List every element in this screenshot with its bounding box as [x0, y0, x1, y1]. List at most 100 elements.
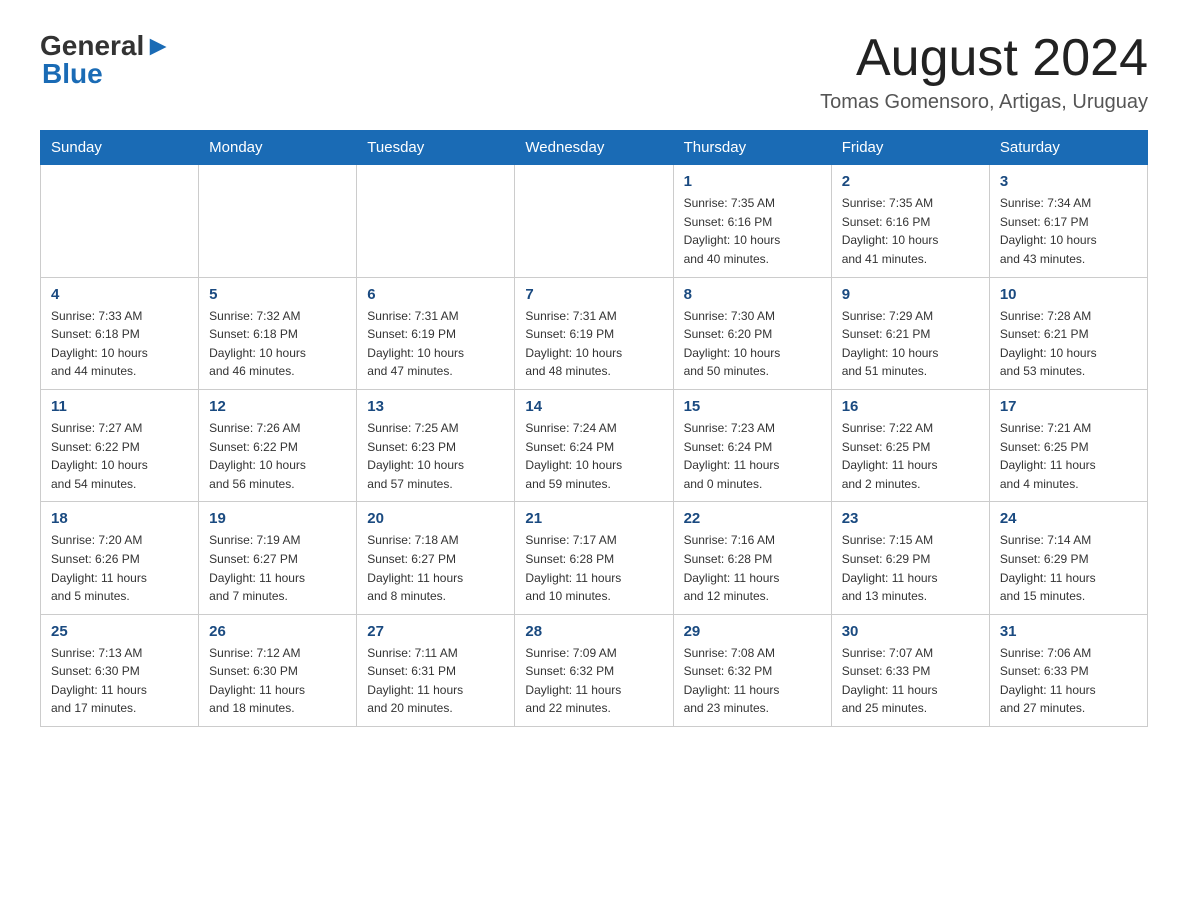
day-info: Sunrise: 7:14 AMSunset: 6:29 PMDaylight:…	[1000, 531, 1137, 605]
day-number: 13	[367, 398, 504, 415]
day-number: 5	[209, 286, 346, 303]
calendar-cell-week5-day6: 31Sunrise: 7:06 AMSunset: 6:33 PMDayligh…	[989, 614, 1147, 726]
calendar-cell-week2-day3: 7 Sunrise: 7:31 AMSunset: 6:19 PMDaylight…	[515, 277, 673, 389]
day-info: Sunrise: 7:17 AMSunset: 6:28 PMDaylight:…	[525, 531, 662, 605]
day-info: Sunrise: 7:13 AMSunset: 6:30 PMDaylight:…	[51, 644, 188, 718]
day-info: Sunrise: 7:27 AMSunset: 6:22 PMDaylight:…	[51, 419, 188, 493]
calendar-cell-week3-day2: 13 Sunrise: 7:25 AMSunset: 6:23 PMDayligh…	[357, 389, 515, 501]
calendar-body: 1 Sunrise: 7:35 AMSunset: 6:16 PMDaylight…	[41, 165, 1148, 727]
calendar-cell-week3-day5: 16 Sunrise: 7:22 AMSunset: 6:25 PMDayligh…	[831, 389, 989, 501]
calendar-week-5: 25Sunrise: 7:13 AMSunset: 6:30 PMDayligh…	[41, 614, 1148, 726]
calendar-cell-week5-day5: 30Sunrise: 7:07 AMSunset: 6:33 PMDayligh…	[831, 614, 989, 726]
location-subtitle: Tomas Gomensoro, Artigas, Uruguay	[820, 91, 1148, 114]
day-info: Sunrise: 7:26 AMSunset: 6:22 PMDaylight:…	[209, 419, 346, 493]
day-number: 1	[684, 173, 821, 190]
calendar-cell-week5-day2: 27 Sunrise: 7:11 AMSunset: 6:31 PMDayligh…	[357, 614, 515, 726]
day-info: Sunrise: 7:12 AMSunset: 6:30 PMDaylight:…	[209, 644, 346, 718]
day-info: Sunrise: 7:29 AMSunset: 6:21 PMDaylight:…	[842, 307, 979, 381]
day-info: Sunrise: 7:07 AMSunset: 6:33 PMDaylight:…	[842, 644, 979, 718]
calendar-cell-week1-day6: 3 Sunrise: 7:34 AMSunset: 6:17 PMDaylight…	[989, 165, 1147, 277]
day-number: 17	[1000, 398, 1137, 415]
day-number: 12	[209, 398, 346, 415]
calendar-cell-week1-day1	[199, 165, 357, 277]
day-info: Sunrise: 7:08 AMSunset: 6:32 PMDaylight:…	[684, 644, 821, 718]
calendar-cell-week5-day0: 25Sunrise: 7:13 AMSunset: 6:30 PMDayligh…	[41, 614, 199, 726]
calendar-cell-week4-day5: 23 Sunrise: 7:15 AMSunset: 6:29 PMDayligh…	[831, 502, 989, 614]
day-number: 26	[209, 623, 346, 640]
calendar-cell-week1-day4: 1 Sunrise: 7:35 AMSunset: 6:16 PMDaylight…	[673, 165, 831, 277]
day-info: Sunrise: 7:21 AMSunset: 6:25 PMDaylight:…	[1000, 419, 1137, 493]
day-info: Sunrise: 7:22 AMSunset: 6:25 PMDaylight:…	[842, 419, 979, 493]
day-number: 21	[525, 510, 662, 527]
weekday-header-row: SundayMondayTuesdayWednesdayThursdayFrid…	[41, 131, 1148, 165]
day-info: Sunrise: 7:24 AMSunset: 6:24 PMDaylight:…	[525, 419, 662, 493]
calendar-cell-week3-day4: 15Sunrise: 7:23 AMSunset: 6:24 PMDayligh…	[673, 389, 831, 501]
day-info: Sunrise: 7:18 AMSunset: 6:27 PMDaylight:…	[367, 531, 504, 605]
day-info: Sunrise: 7:30 AMSunset: 6:20 PMDaylight:…	[684, 307, 821, 381]
month-title: August 2024	[820, 30, 1148, 87]
day-number: 31	[1000, 623, 1137, 640]
day-number: 18	[51, 510, 188, 527]
day-number: 27	[367, 623, 504, 640]
day-number: 22	[684, 510, 821, 527]
calendar-cell-week2-day0: 4 Sunrise: 7:33 AMSunset: 6:18 PMDaylight…	[41, 277, 199, 389]
day-info: Sunrise: 7:09 AMSunset: 6:32 PMDaylight:…	[525, 644, 662, 718]
day-number: 4	[51, 286, 188, 303]
day-number: 28	[525, 623, 662, 640]
day-number: 8	[684, 286, 821, 303]
day-number: 3	[1000, 173, 1137, 190]
weekday-header-friday: Friday	[831, 131, 989, 165]
day-info: Sunrise: 7:16 AMSunset: 6:28 PMDaylight:…	[684, 531, 821, 605]
calendar-cell-week5-day1: 26 Sunrise: 7:12 AMSunset: 6:30 PMDayligh…	[199, 614, 357, 726]
calendar-cell-week3-day0: 11 Sunrise: 7:27 AMSunset: 6:22 PMDayligh…	[41, 389, 199, 501]
calendar-week-3: 11 Sunrise: 7:27 AMSunset: 6:22 PMDayligh…	[41, 389, 1148, 501]
calendar-table: SundayMondayTuesdayWednesdayThursdayFrid…	[40, 130, 1148, 727]
calendar-cell-week3-day3: 14 Sunrise: 7:24 AMSunset: 6:24 PMDayligh…	[515, 389, 673, 501]
day-info: Sunrise: 7:28 AMSunset: 6:21 PMDaylight:…	[1000, 307, 1137, 381]
day-number: 23	[842, 510, 979, 527]
calendar-cell-week4-day6: 24Sunrise: 7:14 AMSunset: 6:29 PMDayligh…	[989, 502, 1147, 614]
calendar-cell-week3-day6: 17 Sunrise: 7:21 AMSunset: 6:25 PMDayligh…	[989, 389, 1147, 501]
day-number: 19	[209, 510, 346, 527]
day-info: Sunrise: 7:34 AMSunset: 6:17 PMDaylight:…	[1000, 194, 1137, 268]
day-number: 16	[842, 398, 979, 415]
day-info: Sunrise: 7:15 AMSunset: 6:29 PMDaylight:…	[842, 531, 979, 605]
day-info: Sunrise: 7:11 AMSunset: 6:31 PMDaylight:…	[367, 644, 504, 718]
calendar-cell-week1-day2	[357, 165, 515, 277]
weekday-header-sunday: Sunday	[41, 131, 199, 165]
day-info: Sunrise: 7:19 AMSunset: 6:27 PMDaylight:…	[209, 531, 346, 605]
day-number: 20	[367, 510, 504, 527]
calendar-cell-week4-day0: 18 Sunrise: 7:20 AMSunset: 6:26 PMDayligh…	[41, 502, 199, 614]
day-number: 14	[525, 398, 662, 415]
logo-triangle-icon: ►	[144, 30, 172, 61]
logo-blue-text: Blue	[42, 58, 103, 90]
weekday-header-wednesday: Wednesday	[515, 131, 673, 165]
calendar-cell-week2-day2: 6Sunrise: 7:31 AMSunset: 6:19 PMDaylight…	[357, 277, 515, 389]
day-info: Sunrise: 7:31 AMSunset: 6:19 PMDaylight:…	[525, 307, 662, 381]
calendar-cell-week4-day1: 19 Sunrise: 7:19 AMSunset: 6:27 PMDayligh…	[199, 502, 357, 614]
calendar-cell-week1-day3	[515, 165, 673, 277]
calendar-cell-week4-day4: 22 Sunrise: 7:16 AMSunset: 6:28 PMDayligh…	[673, 502, 831, 614]
calendar-cell-week2-day1: 5 Sunrise: 7:32 AMSunset: 6:18 PMDaylight…	[199, 277, 357, 389]
calendar-cell-week5-day3: 28 Sunrise: 7:09 AMSunset: 6:32 PMDayligh…	[515, 614, 673, 726]
calendar-cell-week2-day4: 8 Sunrise: 7:30 AMSunset: 6:20 PMDaylight…	[673, 277, 831, 389]
day-info: Sunrise: 7:20 AMSunset: 6:26 PMDaylight:…	[51, 531, 188, 605]
day-number: 11	[51, 398, 188, 415]
day-info: Sunrise: 7:32 AMSunset: 6:18 PMDaylight:…	[209, 307, 346, 381]
calendar-week-4: 18 Sunrise: 7:20 AMSunset: 6:26 PMDayligh…	[41, 502, 1148, 614]
day-info: Sunrise: 7:23 AMSunset: 6:24 PMDaylight:…	[684, 419, 821, 493]
calendar-cell-week2-day5: 9Sunrise: 7:29 AMSunset: 6:21 PMDaylight…	[831, 277, 989, 389]
day-number: 29	[684, 623, 821, 640]
calendar-week-2: 4 Sunrise: 7:33 AMSunset: 6:18 PMDaylight…	[41, 277, 1148, 389]
weekday-header-tuesday: Tuesday	[357, 131, 515, 165]
day-info: Sunrise: 7:35 AMSunset: 6:16 PMDaylight:…	[684, 194, 821, 268]
day-number: 7	[525, 286, 662, 303]
calendar-week-1: 1 Sunrise: 7:35 AMSunset: 6:16 PMDaylight…	[41, 165, 1148, 277]
calendar-cell-week4-day3: 21 Sunrise: 7:17 AMSunset: 6:28 PMDayligh…	[515, 502, 673, 614]
day-info: Sunrise: 7:25 AMSunset: 6:23 PMDaylight:…	[367, 419, 504, 493]
calendar-cell-week4-day2: 20 Sunrise: 7:18 AMSunset: 6:27 PMDayligh…	[357, 502, 515, 614]
day-number: 10	[1000, 286, 1137, 303]
day-number: 6	[367, 286, 504, 303]
day-number: 2	[842, 173, 979, 190]
day-info: Sunrise: 7:33 AMSunset: 6:18 PMDaylight:…	[51, 307, 188, 381]
